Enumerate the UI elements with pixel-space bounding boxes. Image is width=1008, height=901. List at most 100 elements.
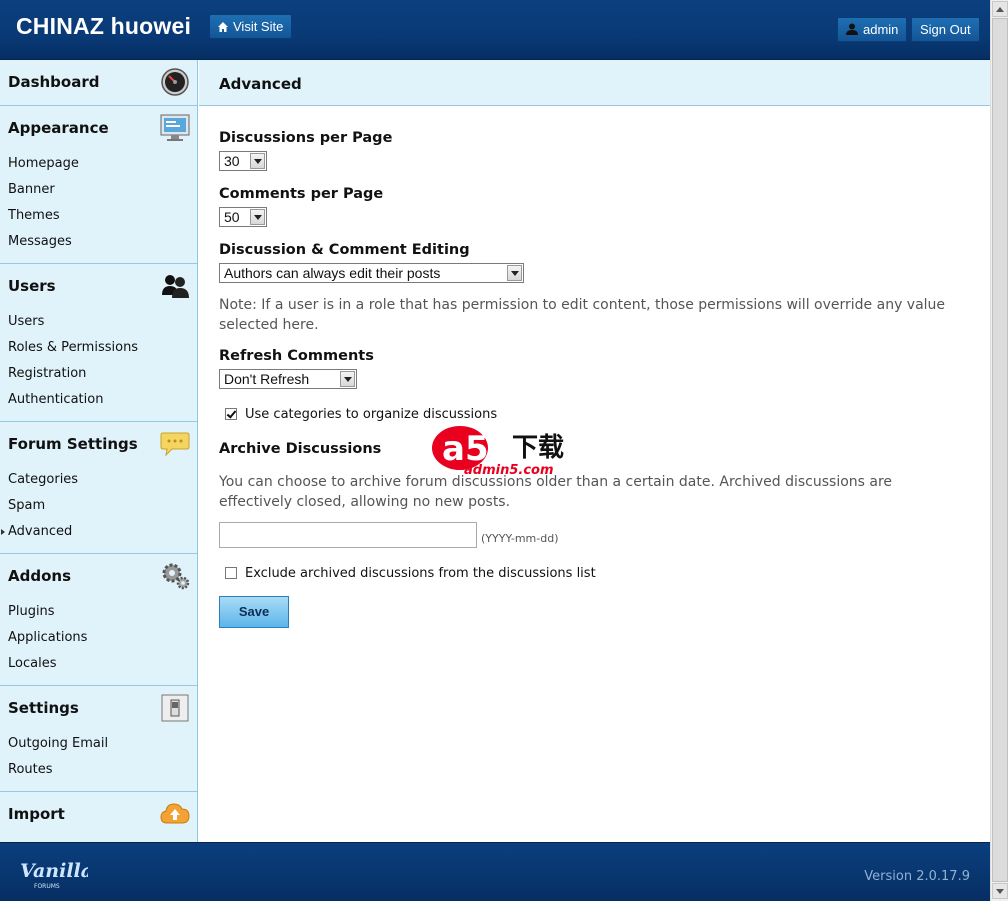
sidebar-item-outgoing-email[interactable]: Outgoing Email: [0, 731, 197, 757]
sidebar-item-roles-permissions[interactable]: Roles & Permissions: [0, 335, 197, 361]
sidebar-heading-label: Settings: [8, 699, 79, 717]
comments-per-page-select[interactable]: 50: [219, 207, 267, 227]
sidebar-item-locales[interactable]: Locales: [0, 651, 197, 677]
visit-site-button[interactable]: Visit Site: [209, 14, 293, 39]
sidebar-heading-dashboard[interactable]: Dashboard: [0, 60, 197, 105]
sidebar-item-authentication[interactable]: Authentication: [0, 387, 197, 413]
advanced-settings-form: Discussions per Page 30 Comments per Pag…: [199, 106, 990, 842]
sidebar-item-banner[interactable]: Banner: [0, 177, 197, 203]
sidebar-items-appearance: Homepage Banner Themes Messages: [0, 151, 197, 263]
sidebar-heading-addons[interactable]: Addons: [0, 554, 197, 599]
vanilla-forums-logo[interactable]: Vanilla FORUMS: [18, 857, 88, 891]
sidebar-item-categories[interactable]: Categories: [0, 467, 197, 493]
sidebar-item-routes[interactable]: Routes: [0, 757, 197, 783]
watermark-site: admin5.com: [464, 463, 554, 478]
sidebar-item-users[interactable]: Users: [0, 309, 197, 335]
logo-subtext: FORUMS: [34, 883, 60, 890]
top-header: CHINAZ huowei Visit Site admin Sign Out: [0, 0, 990, 60]
refresh-comments-label: Refresh Comments: [219, 348, 374, 364]
version-label: Version 2.0.17.9: [864, 869, 970, 884]
exclude-archived-row: Exclude archived discussions from the di…: [225, 566, 596, 581]
chevron-down-icon: [340, 371, 355, 387]
vertical-scrollbar[interactable]: [990, 0, 1008, 901]
save-button[interactable]: Save: [219, 596, 289, 628]
sidebar-items-forum-settings: Categories Spam Advanced: [0, 467, 197, 553]
discussions-per-page-value: 30: [224, 153, 240, 169]
editing-label: Discussion & Comment Editing: [219, 242, 470, 258]
sidebar-heading-label: Appearance: [8, 119, 109, 137]
discussions-per-page-label: Discussions per Page: [219, 130, 393, 146]
sidebar-items-addons: Plugins Applications Locales: [0, 599, 197, 685]
gears-icon: [162, 563, 190, 590]
sidebar-section-appearance: Appearance Homepage Banner Themes Messag…: [0, 106, 197, 264]
exclude-archived-label[interactable]: Exclude archived discussions from the di…: [245, 566, 596, 581]
sidebar-item-homepage[interactable]: Homepage: [0, 151, 197, 177]
sidebar-heading-label: Users: [8, 277, 56, 295]
sidebar-item-advanced[interactable]: Advanced: [0, 519, 197, 545]
page-footer: Vanilla FORUMS Version 2.0.17.9: [0, 842, 990, 901]
archive-discussions-label: Archive Discussions: [219, 441, 382, 457]
scroll-up-arrow-icon[interactable]: [992, 1, 1008, 17]
chevron-down-icon: [250, 209, 265, 225]
visit-site-label: Visit Site: [233, 19, 284, 34]
comments-per-page-label: Comments per Page: [219, 186, 384, 202]
scroll-down-arrow-icon[interactable]: [992, 883, 1008, 899]
speech-bubble-icon: [160, 432, 190, 457]
archive-date-input[interactable]: [219, 522, 477, 548]
sidebar-section-settings: Settings Outgoing Email Routes: [0, 686, 197, 792]
sidebar-heading-label: Forum Settings: [8, 435, 138, 453]
refresh-comments-select[interactable]: Don't Refresh: [219, 369, 357, 389]
sign-out-button[interactable]: Sign Out: [911, 17, 980, 42]
sidebar-heading-label: Dashboard: [8, 73, 100, 91]
username-label: admin: [863, 22, 899, 37]
content-header: Advanced: [199, 60, 990, 106]
refresh-comments-value: Don't Refresh: [224, 371, 310, 387]
sidebar-item-messages[interactable]: Messages: [0, 229, 197, 255]
site-title[interactable]: CHINAZ huowei: [16, 13, 191, 40]
exclude-archived-checkbox[interactable]: [225, 567, 237, 579]
sidebar-section-import: Import: [0, 792, 197, 837]
users-icon: [162, 275, 189, 298]
discussions-per-page-select[interactable]: 30: [219, 151, 267, 171]
user-profile-button[interactable]: admin: [837, 17, 908, 42]
use-categories-checkbox[interactable]: [225, 408, 237, 420]
editing-note: Note: If a user is in a role that has pe…: [219, 297, 946, 333]
sidebar-item-themes[interactable]: Themes: [0, 203, 197, 229]
chevron-down-icon: [250, 153, 265, 169]
sidebar-heading-forum-settings[interactable]: Forum Settings: [0, 422, 197, 467]
sidebar-item-applications[interactable]: Applications: [0, 625, 197, 651]
sidebar-section-addons: Addons Plugins Applications Locales: [0, 554, 197, 686]
editing-value: Authors can always edit their posts: [224, 265, 441, 281]
sidebar-heading-appearance[interactable]: Appearance: [0, 106, 197, 151]
archive-note: You can choose to archive forum discussi…: [219, 474, 893, 510]
sidebar-item-registration[interactable]: Registration: [0, 361, 197, 387]
admin5-watermark-logo: a5 下载 admin5.com: [432, 426, 564, 478]
sidebar-heading-label: Addons: [8, 567, 71, 585]
dashboard-gauge-icon: [161, 68, 189, 96]
sidebar-items-users: Users Roles & Permissions Registration A…: [0, 309, 197, 421]
sidebar-heading-settings[interactable]: Settings: [0, 686, 197, 731]
admin-sidebar: Dashboard Appearance Homepage Banner The…: [0, 60, 198, 842]
monitor-icon: [160, 114, 190, 141]
cloud-upload-icon: [160, 803, 190, 824]
sidebar-item-plugins[interactable]: Plugins: [0, 599, 197, 625]
archive-date-hint: (YYYY-mm-dd): [481, 532, 559, 545]
sidebar-section-forum-settings: Forum Settings Categories Spam Advanced: [0, 422, 197, 554]
home-icon: [218, 22, 228, 32]
watermark-cn: 下载: [512, 433, 564, 463]
sidebar-heading-users[interactable]: Users: [0, 264, 197, 309]
sidebar-items-settings: Outgoing Email Routes: [0, 731, 197, 791]
chevron-down-icon: [507, 265, 522, 281]
logo-text: Vanilla: [20, 860, 88, 882]
switch-icon: [161, 694, 189, 722]
page-title: Advanced: [219, 75, 302, 93]
sidebar-heading-label: Import: [8, 805, 65, 823]
scrollbar-thumb[interactable]: [992, 18, 1008, 882]
comments-per-page-value: 50: [224, 209, 240, 225]
sidebar-item-spam[interactable]: Spam: [0, 493, 197, 519]
editing-select[interactable]: Authors can always edit their posts: [219, 263, 524, 283]
user-icon: [846, 23, 858, 35]
sidebar-heading-import[interactable]: Import: [0, 792, 197, 837]
sidebar-section-users: Users Users Roles & Permissions Registra…: [0, 264, 197, 422]
sidebar-section-dashboard: Dashboard: [0, 60, 197, 106]
